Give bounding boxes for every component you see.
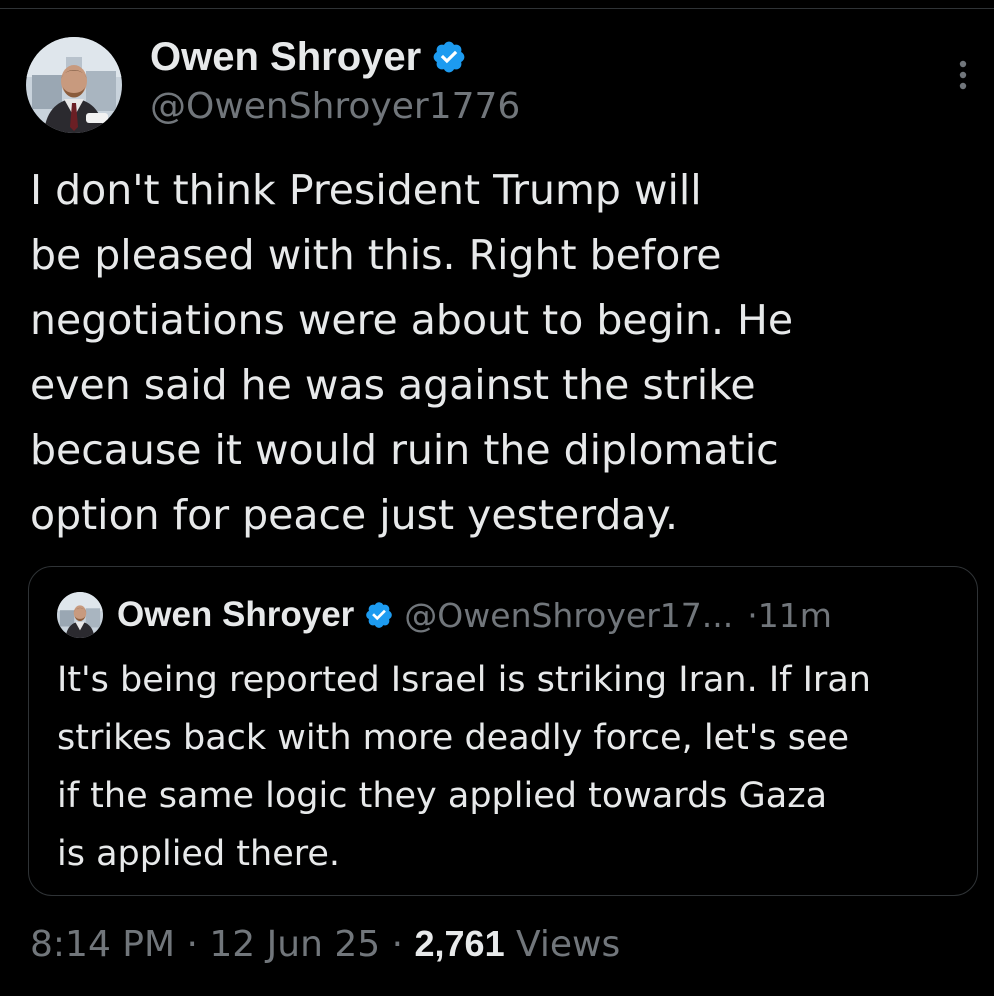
quoted-separator: ·	[747, 595, 758, 635]
tweet-date[interactable]: 12 Jun 25	[209, 924, 380, 965]
quoted-text-line: is applied there.	[57, 834, 341, 874]
quoted-text-line: It's being reported Israel is striking I…	[57, 660, 871, 700]
quoted-timestamp[interactable]: 11m	[758, 596, 832, 635]
tweet-time[interactable]: 8:14 PM	[30, 924, 175, 965]
quoted-text-line: if the same logic they applied towards G…	[57, 776, 828, 816]
tweet-text-line: even said he was against the strike	[30, 361, 756, 409]
quoted-tweet-card[interactable]: Owen Shroyer @OwenShroyer17... · 11m It'…	[28, 566, 978, 896]
author-avatar[interactable]	[26, 37, 122, 133]
tweet-text-line: I don't think President Trump will	[30, 166, 702, 214]
top-divider	[0, 0, 994, 9]
tweet-text-line: because it would ruin the diplomatic	[30, 426, 779, 474]
more-options-button[interactable]	[946, 58, 980, 92]
meta-separator: ·	[175, 924, 210, 965]
author-name-row[interactable]: Owen Shroyer	[150, 34, 467, 80]
tweet-text-line: be pleased with this. Right before	[30, 231, 722, 279]
quoted-display-name[interactable]: Owen Shroyer	[117, 595, 354, 635]
quoted-header: Owen Shroyer @OwenShroyer17... · 11m	[117, 592, 832, 638]
tweet-text-line: option for peace just yesterday.	[30, 491, 678, 539]
tweet-text: I don't think President Trump will be pl…	[30, 158, 960, 548]
views-count[interactable]: 2,761	[415, 923, 505, 964]
more-vertical-icon	[959, 60, 967, 90]
quoted-author-avatar[interactable]	[57, 592, 103, 638]
profile-photo-icon	[26, 37, 122, 133]
author-display-name[interactable]: Owen Shroyer	[150, 34, 421, 80]
verified-badge-icon	[366, 602, 393, 628]
profile-photo-icon	[57, 592, 103, 638]
meta-separator: ·	[380, 924, 415, 965]
quoted-text-line: strikes back with more deadly force, let…	[57, 718, 850, 758]
quoted-handle[interactable]: @OwenShroyer17...	[404, 596, 733, 635]
tweet-meta: 8:14 PM · 12 Jun 25 · 2,761 Views	[30, 920, 620, 969]
author-handle[interactable]: @OwenShroyer1776	[150, 86, 520, 128]
verified-badge-icon	[433, 41, 465, 73]
tweet-text-line: negotiations were about to begin. He	[30, 296, 794, 344]
quoted-tweet-text: It's being reported Israel is striking I…	[57, 651, 957, 883]
views-label: Views	[504, 924, 621, 965]
